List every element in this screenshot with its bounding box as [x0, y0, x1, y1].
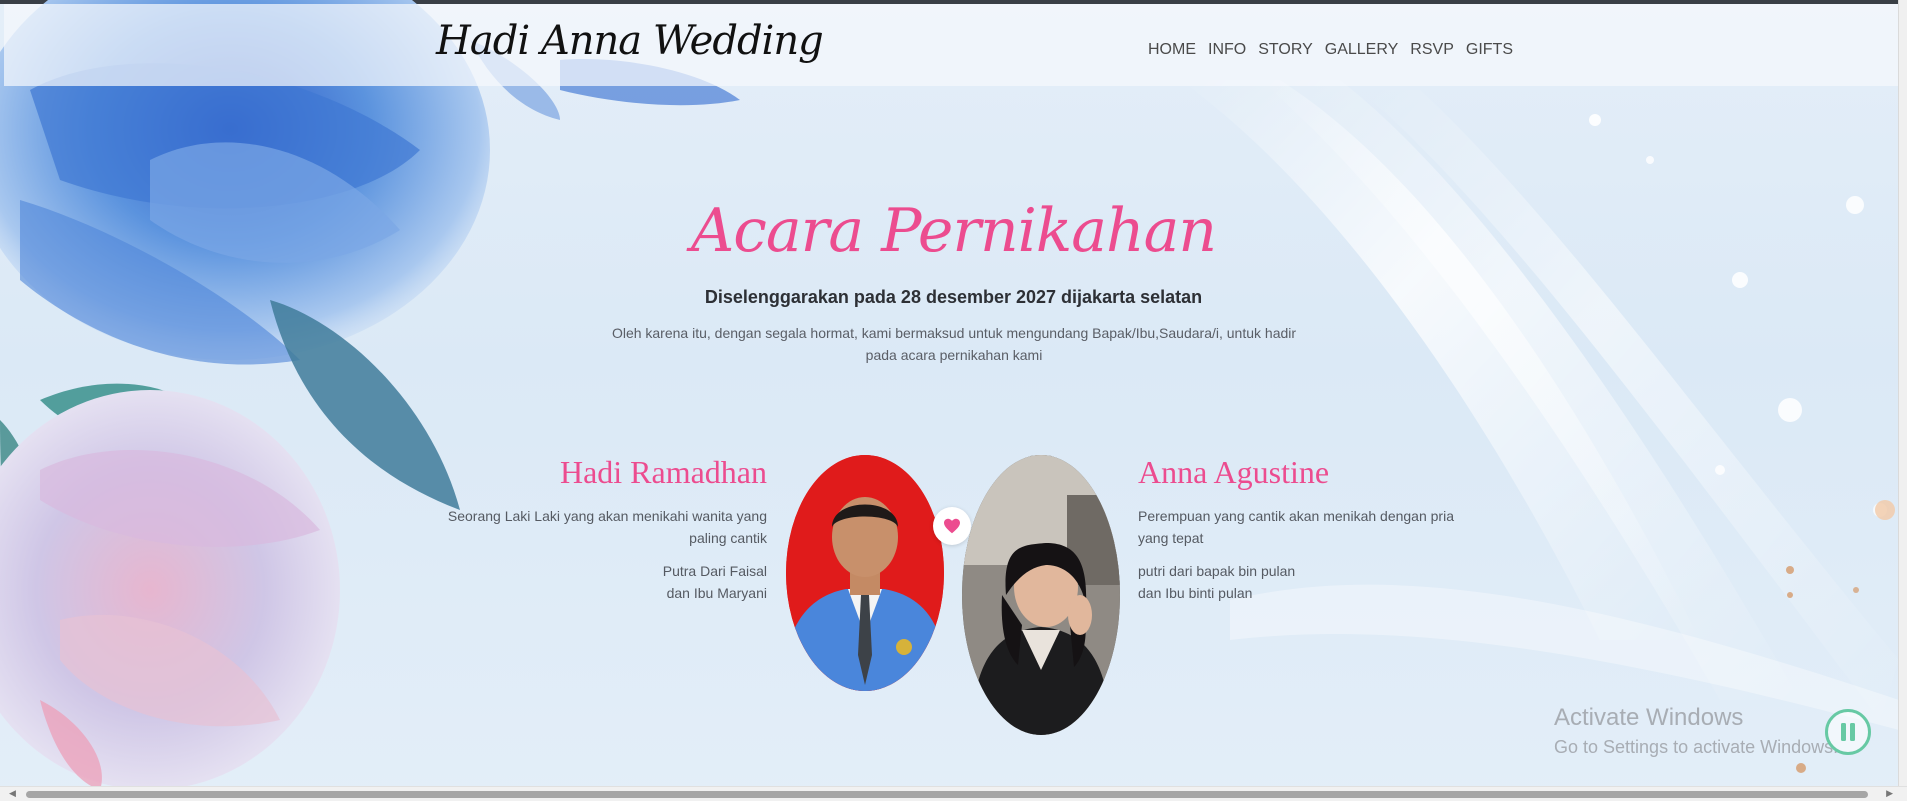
bride-parents-line2: dan Ibu binti pulan: [1138, 585, 1253, 601]
groom-photo: [786, 455, 944, 691]
nav-rsvp[interactable]: RSVP: [1410, 41, 1454, 59]
groom-parents-line1: Putra Dari Faisal: [662, 563, 767, 579]
bride-description: Perempuan yang cantik akan menikah denga…: [1138, 508, 1454, 546]
navbar: Hadi Anna Wedding HOME INFO STORY GALLER…: [4, 4, 1899, 86]
vertical-scrollbar[interactable]: [1898, 0, 1907, 801]
brand-logo[interactable]: Hadi Anna Wedding: [436, 18, 824, 64]
groom-parents-line2: dan Ibu Maryani: [666, 585, 767, 601]
nav-menu: HOME INFO STORY GALLERY RSVP GIFTS: [1148, 41, 1513, 59]
pause-icon: [1841, 723, 1855, 741]
nav-story[interactable]: STORY: [1258, 41, 1313, 59]
bride-photo: [962, 455, 1120, 735]
nav-gallery[interactable]: GALLERY: [1325, 41, 1399, 59]
heart-icon: [944, 518, 960, 534]
music-pause-button[interactable]: [1825, 709, 1871, 755]
scroll-right-arrow-icon[interactable]: ▶: [1886, 789, 1893, 799]
bride-parents-line1: putri dari bapak bin pulan: [1138, 563, 1296, 579]
watercolor-background: [0, 0, 1899, 790]
scroll-left-arrow-icon[interactable]: ◀: [9, 789, 16, 799]
invitation-text: Oleh karena itu, dengan segala hormat, k…: [611, 325, 1297, 363]
groom-name: Hadi Ramadhan: [559, 454, 767, 490]
bride-name: Anna Agustine: [1138, 454, 1330, 490]
event-title: Acara Pernikahan: [690, 196, 1217, 266]
activate-windows-title: Activate Windows: [1554, 704, 1744, 731]
nav-gifts[interactable]: GIFTS: [1466, 41, 1513, 59]
nav-info[interactable]: INFO: [1208, 41, 1246, 59]
event-subtitle: Diselenggarakan pada 28 desember 2027 di…: [704, 287, 1203, 307]
groom-description: Seorang Laki Laki yang akan menikahi wan…: [447, 508, 767, 546]
heart-badge: [933, 507, 971, 545]
horizontal-scrollbar[interactable]: ◀ ▶: [0, 786, 1907, 801]
activate-windows-subtitle: Go to Settings to activate Windows.: [1554, 737, 1839, 757]
nav-home[interactable]: HOME: [1148, 41, 1196, 59]
horizontal-scrollbar-thumb[interactable]: [26, 791, 1868, 798]
